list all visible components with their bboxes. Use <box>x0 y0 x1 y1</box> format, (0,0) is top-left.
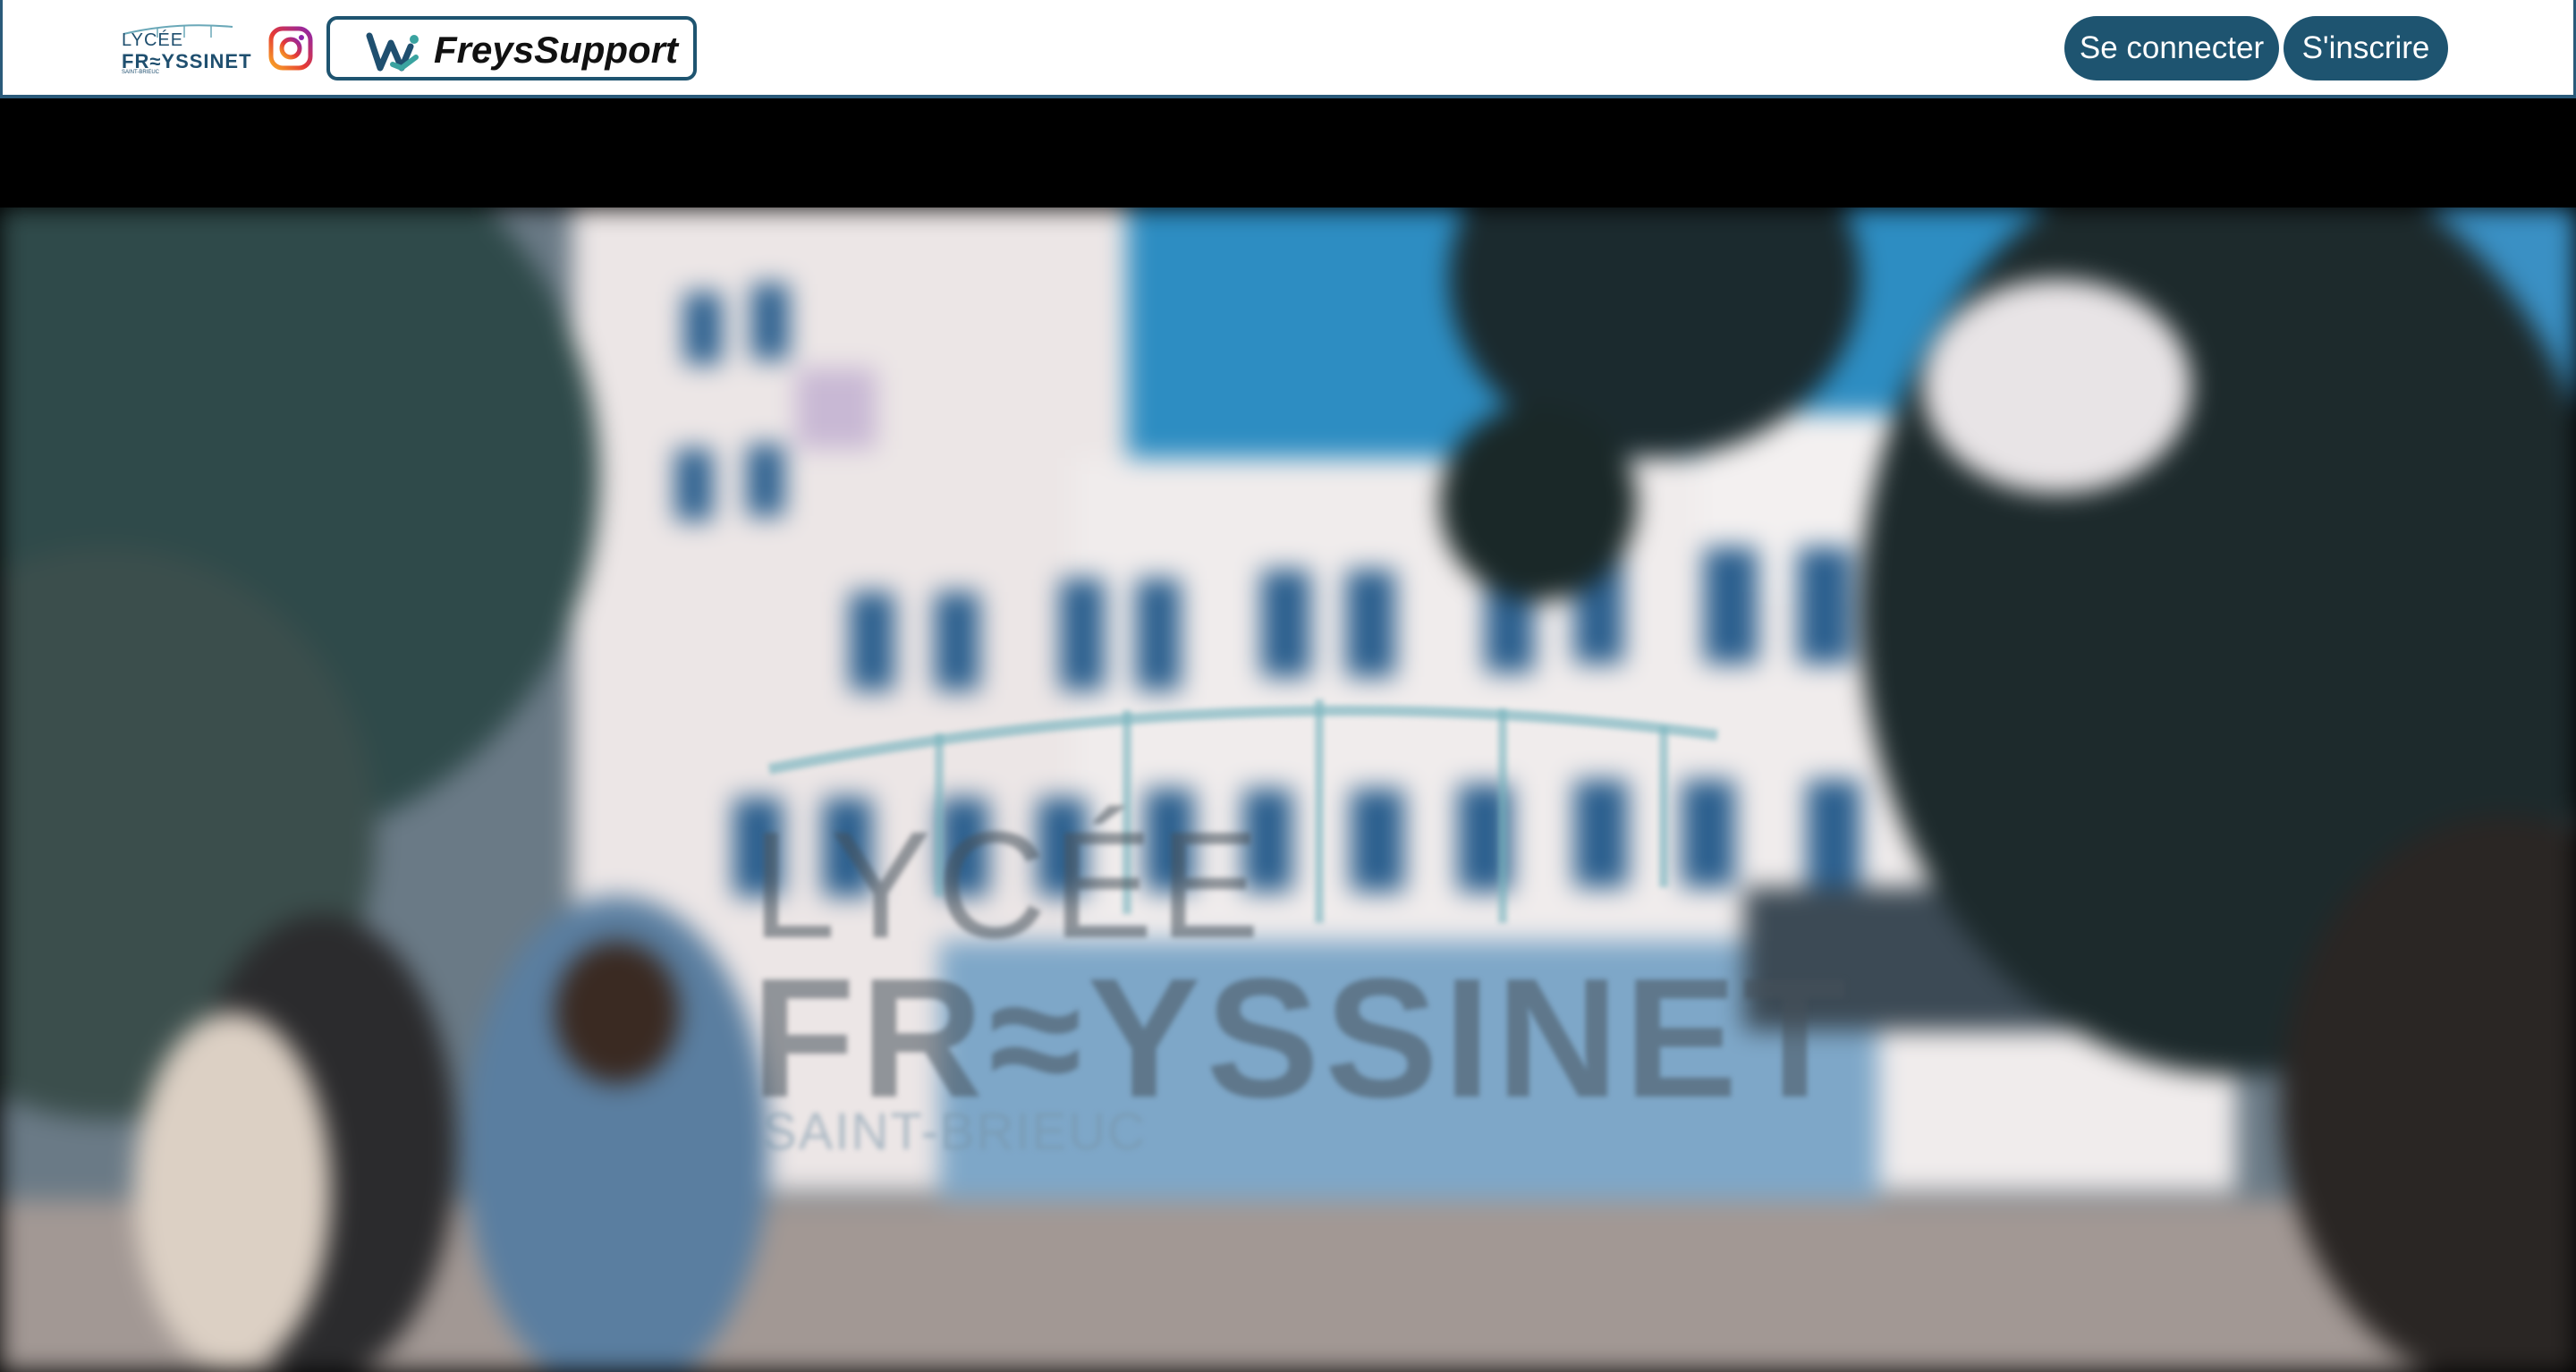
hero-logo-line3: SAINT-BRIEUC <box>762 1103 1148 1161</box>
lycee-freyssinet-logo[interactable]: LYCÉE FR≈YSSINET SAINT-BRIEUC <box>122 20 251 75</box>
instagram-icon[interactable] <box>267 25 314 72</box>
hero-lycee-logo: LYCÉE FR≈YSSINET SAINT-BRIEUC <box>0 207 2576 1372</box>
top-navbar: LYCÉE FR≈YSSINET SAINT-BRIEUC FreysSuppo… <box>0 0 2576 98</box>
freyssupport-label: FreysSupport <box>434 29 679 71</box>
freyssupport-logo-icon <box>366 32 419 72</box>
login-button[interactable]: Se connecter <box>2064 16 2279 80</box>
hero-logo-arch-icon <box>767 699 1718 923</box>
logo-line3: SAINT-BRIEUC <box>122 70 160 75</box>
logo-line1: LYCÉE <box>122 30 184 50</box>
freyssupport-button[interactable]: FreysSupport <box>326 16 697 80</box>
signup-button[interactable]: S'inscrire <box>2284 16 2448 80</box>
black-band <box>0 98 2576 207</box>
hero-banner: LYCÉE FR≈YSSINET SAINT-BRIEUC <box>0 207 2576 1372</box>
